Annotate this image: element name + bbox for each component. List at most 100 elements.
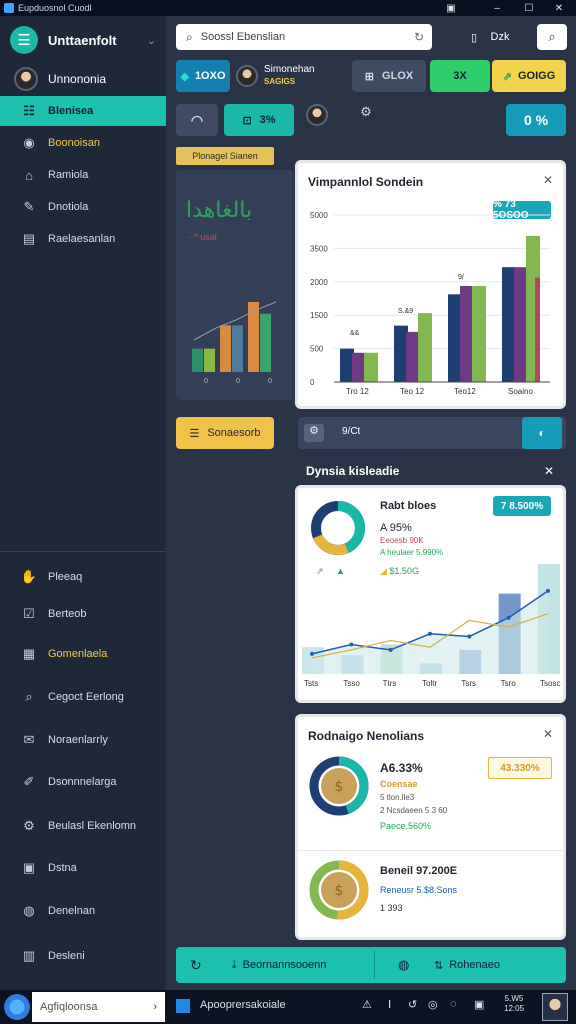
close-icon[interactable]: ✕	[543, 727, 553, 741]
sidebar-item-label: Noraenlarrly	[48, 734, 108, 746]
x-tick-label: Teo 12	[400, 387, 425, 396]
sidebar-item-label: Cegoct Eerlong	[48, 691, 124, 703]
sync-icon[interactable]: ↺	[408, 998, 417, 1011]
area-point	[506, 615, 511, 620]
sidebar-item-gomenlaela[interactable]: ▦ Gomenlaela	[0, 639, 166, 669]
minimize-icon[interactable]: –	[486, 0, 508, 16]
battery-icon[interactable]: ◎	[428, 998, 438, 1011]
sonaesorb-button[interactable]: ☰ Sonaesorb	[176, 417, 274, 449]
palette-icon[interactable]: ◍	[398, 957, 409, 973]
close-icon[interactable]: ✕	[544, 464, 554, 478]
doc-icon[interactable]: ▣	[440, 0, 462, 16]
sidebar-item-raelaesanlan[interactable]: ▤ Raelaesanlan	[0, 224, 166, 254]
avatar[interactable]	[542, 993, 568, 1021]
y-tick-label: 0	[310, 378, 315, 387]
mini-chart-panel: بالغاهدا - ^ usal 000	[176, 170, 294, 400]
x-tick-label: Tsts	[304, 679, 318, 688]
sidebar-item-beulasl[interactable]: ⚙ Beulasl Ekenlomn	[0, 811, 166, 841]
x-tick-label: Tro 12	[346, 387, 369, 396]
language-icon[interactable]: Ⅰ	[388, 998, 391, 1011]
status-pill-6[interactable]: 0 %	[506, 104, 566, 136]
status-pill-2[interactable]: ⊞ GLOX	[352, 60, 426, 92]
taskbar-search-input[interactable]: Agfiqloonsa	[40, 1001, 98, 1013]
sidebar-item-label: Gomenlaela	[48, 648, 108, 660]
gear-icon: ⚙	[23, 818, 35, 833]
avatar[interactable]	[306, 104, 328, 126]
bar-chart: 50003500200015005000Tro 12 Teo 12 Teo12 Soa…	[310, 211, 550, 396]
sidebar-item-dstna[interactable]: ▣ Dstna	[0, 853, 166, 883]
menu-icon[interactable]: ☰	[10, 26, 38, 54]
sidebar-item-denelnan[interactable]: ◍ Denelnan	[0, 896, 166, 926]
toggle-icon[interactable]: ◐	[522, 417, 562, 449]
notification-icon[interactable]: ⚠	[362, 998, 372, 1011]
taskbar-clock[interactable]: 5.W5 12:05	[504, 994, 524, 1014]
mini-bar	[232, 325, 243, 372]
taskbar-app-label[interactable]: Apooprersakoiale	[200, 999, 286, 1011]
eye-icon: ◉	[23, 135, 35, 150]
maximize-icon[interactable]: ☐	[518, 0, 540, 16]
y-tick-label: 1500	[310, 311, 328, 320]
search-bar[interactable]: ⌕ Soossl Ebenslian ↻	[176, 24, 432, 50]
sidebar-user[interactable]: Unnononia	[0, 64, 166, 94]
windows-icon[interactable]	[176, 999, 190, 1013]
area-point	[310, 651, 314, 656]
sidebar-item-ramiola[interactable]: ⌂ Ramiola	[0, 160, 166, 190]
coin-card: Rodnaigo Nenolians ✕ $ A6.33% Coensae 5 …	[298, 717, 563, 937]
coin-row1-green: Paece.560%	[380, 821, 432, 831]
sidebar-item-label: Boonoisan	[48, 137, 100, 149]
status-pill-5[interactable]: ⊡ 3%	[224, 104, 294, 136]
start-button-icon[interactable]	[4, 994, 30, 1020]
user-chip[interactable]: Simonehan SAGIGS	[232, 60, 342, 92]
sync-button[interactable]: Dzk	[486, 24, 514, 50]
chevron-down-icon[interactable]: ⌄	[147, 34, 156, 47]
clock-line1: 5.W5	[504, 994, 524, 1003]
sidebar-item-label: Desleni	[48, 950, 85, 962]
sidebar-item-label: Beulasl Ekenlomn	[48, 820, 137, 832]
tablet-icon[interactable]: ▯	[466, 24, 482, 50]
fingerprint-button[interactable]: ◠	[176, 104, 218, 136]
x-tick-label: Ttrs	[383, 679, 397, 688]
tag-icon: ⌕	[25, 689, 33, 704]
volume-icon[interactable]: ▣	[474, 998, 484, 1011]
mini-tick-label: 0	[268, 378, 272, 385]
wifi-icon[interactable]: ◌	[450, 998, 457, 1010]
sidebar-item-desleni[interactable]: ▥ Desleni	[0, 941, 166, 971]
status-pill-4[interactable]: ⇗ GOIGG	[492, 60, 566, 92]
sidebar-item-blenisea[interactable]: ☷ Blenisea	[0, 96, 166, 126]
bottom-right-action[interactable]: ⇅ Rohenaeo	[434, 959, 500, 972]
bottom-right-label: Rohenaeo	[449, 959, 500, 971]
refresh-icon[interactable]: ↻	[414, 30, 424, 44]
donut-panel-title: Dynsia kisleadie	[306, 464, 400, 478]
sidebar-item-boonoisan[interactable]: ◉ Boonoisan	[0, 128, 166, 158]
search-button[interactable]: ⌕	[537, 24, 567, 50]
area-point	[546, 588, 550, 593]
y-tick-label: 500	[310, 345, 324, 354]
sidebar-item-pleeaq[interactable]: ✋ Pleeaq	[0, 562, 166, 592]
divider	[374, 951, 375, 979]
user-chip-sub: SAGIGS	[264, 77, 296, 86]
clock-line2: 12:05	[504, 1004, 525, 1013]
taskbar-search[interactable]: Agfiqloonsa ›	[32, 992, 165, 1022]
sidebar-item-cegoct[interactable]: ⌕ Cegoct Eerlong	[0, 682, 166, 712]
bottom-action-bar: ↻ ⤓ Beornannsooenn ◍ ⇅ Rohenaeo	[176, 947, 566, 983]
settings-cluster-icon[interactable]: ⚙	[352, 104, 380, 132]
sidebar-item-dsonnnelarga[interactable]: ✐ Dsonnnelarga	[0, 767, 166, 797]
coin-donut-2: $	[309, 860, 369, 920]
area-point	[428, 631, 432, 636]
x-tick-label: Toltr	[422, 679, 437, 688]
refresh-icon[interactable]: ↻	[190, 957, 202, 974]
bar-annotation: 9/	[458, 274, 464, 281]
bar	[364, 352, 378, 382]
wrench-icon: ✐	[23, 774, 35, 789]
sidebar-item-dnotiola[interactable]: ✎ Dnotiola	[0, 192, 166, 222]
search-input[interactable]: Soossl Ebenslian	[201, 31, 285, 43]
home-icon: ⌂	[25, 167, 33, 183]
close-icon[interactable]: ✕	[548, 0, 570, 16]
bottom-left-action[interactable]: ⤓ Beornannsooenn	[232, 959, 327, 972]
sidebar-item-noraenlarrly[interactable]: ✉ Noraenlarrly	[0, 725, 166, 755]
gear-icon[interactable]: ⚙	[304, 424, 324, 442]
sidebar-item-berteob[interactable]: ☑ Berteob	[0, 599, 166, 629]
status-pill-1[interactable]: ◆ 1OXO	[176, 60, 230, 92]
status-pill-3[interactable]: 3X	[430, 60, 490, 92]
sidebar-item-label: Denelnan	[48, 905, 96, 917]
